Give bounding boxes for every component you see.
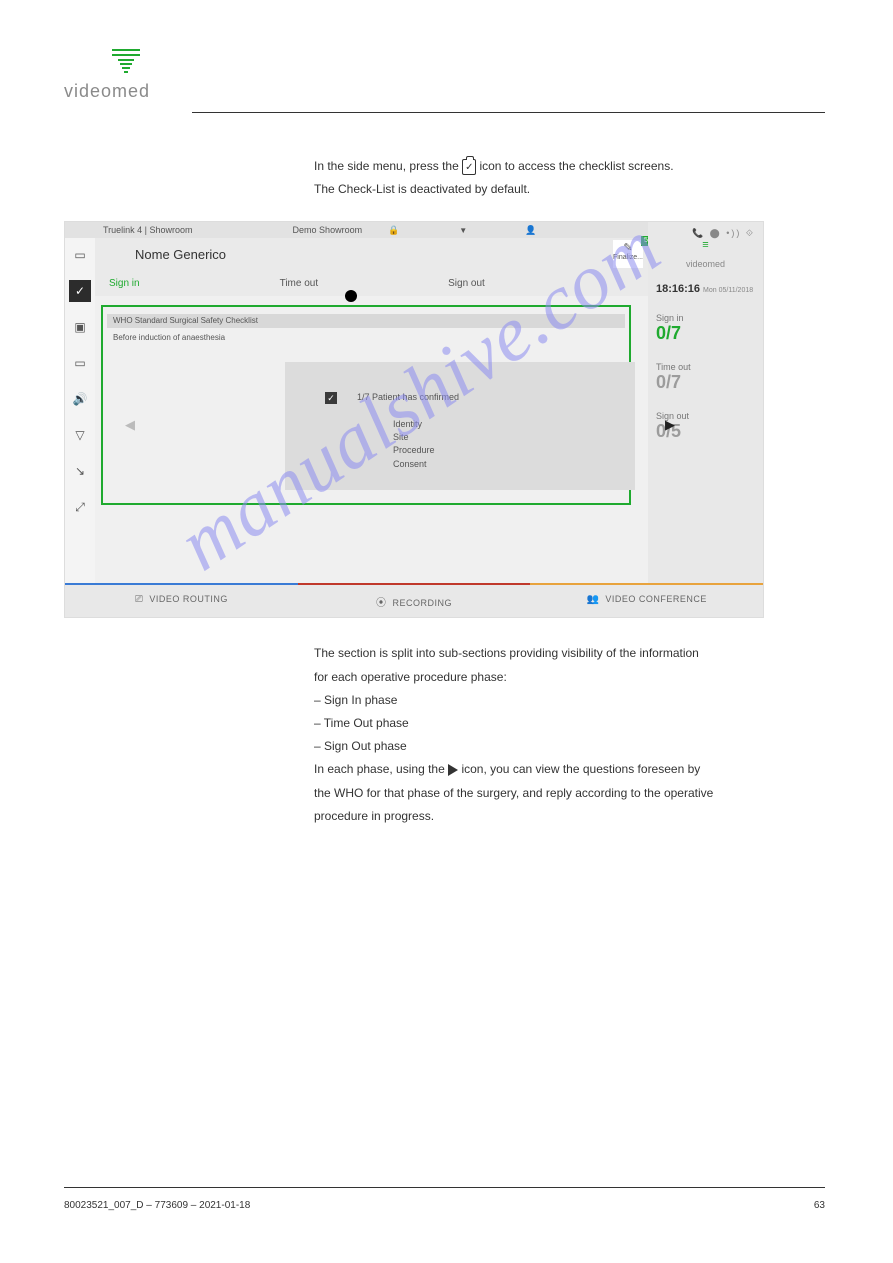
panel-logo-icon: ≡ xyxy=(656,239,755,251)
status-icons: 📞 ⬤ •)) ⟐ xyxy=(656,228,755,239)
list-item: Identity xyxy=(393,418,435,431)
below-p1: The section is split into sub-sections p… xyxy=(314,644,829,663)
phase-tabs: Sign in Time out Sign out xyxy=(95,270,648,296)
page-footer: 80023521_007_D – 773609 – 2021-01-18 63 xyxy=(64,1200,825,1211)
right-panel: 📞 ⬤ •)) ⟐ ≡ videomed 18:16:16Mon 05/11/2… xyxy=(648,222,763,584)
rail-camera-icon[interactable]: ↘ xyxy=(69,460,91,482)
below-bul2: – Time Out phase xyxy=(314,714,829,733)
patient-name: Nome Generico xyxy=(135,247,226,262)
below-p3: In each phase, using the icon, you can v… xyxy=(314,760,829,779)
phase-signin[interactable]: Sign in xyxy=(109,278,140,289)
brand-name: videomed xyxy=(64,81,829,102)
bottom-tabs: ⎚VIDEO ROUTING ⦿RECORDING 👥VIDEO CONFERE… xyxy=(65,583,763,617)
footer-page: 63 xyxy=(814,1200,825,1211)
intro-line-1: In the side menu, press the icon to acce… xyxy=(314,157,829,176)
arrow-right-icon xyxy=(448,764,458,776)
tab-video-conference[interactable]: 👥VIDEO CONFERENCE xyxy=(530,583,763,617)
rail-expand-icon[interactable]: ⤢ xyxy=(69,496,91,518)
clock-date: Mon 05/11/2018 xyxy=(703,287,753,294)
below-bul3: – Sign Out phase xyxy=(314,737,829,756)
checklist-icon xyxy=(462,159,476,175)
below-p4: the WHO for that phase of the surgery, a… xyxy=(314,784,829,803)
finalize-button[interactable]: ✎ Finalize... 5 xyxy=(613,240,643,268)
header-divider xyxy=(192,112,825,113)
phase-signout[interactable]: Sign out xyxy=(448,278,485,289)
brand-logo: videomed xyxy=(64,48,829,102)
side-rail: ▭ ✓ ▣ ▭ 🔊 ▽ ↘ ⤢ xyxy=(65,238,95,583)
signin-label: Sign in xyxy=(656,313,755,323)
footer-docid: 80023521_007_D – 773609 – 2021-01-18 xyxy=(64,1200,250,1211)
checklist-subtitle: Before induction of anaesthesia xyxy=(107,330,231,345)
list-item: Procedure xyxy=(393,444,435,457)
rail-windows-icon[interactable]: ▣ xyxy=(69,316,91,338)
clock: 18:16:16Mon 05/11/2018 xyxy=(656,283,755,295)
brand-icon xyxy=(112,48,140,74)
question-checkbox[interactable]: ✓ xyxy=(325,392,337,404)
rail-checklist-icon[interactable]: ✓ xyxy=(69,280,91,302)
question-card: ✓ 1/7 Patient has confirmed Identity Sit… xyxy=(285,362,635,490)
room-name: Demo Showroom xyxy=(293,225,363,235)
next-button[interactable]: ▶ xyxy=(665,417,675,433)
prev-button[interactable]: ◀ xyxy=(125,417,135,433)
rail-audio-icon[interactable]: 🔊 xyxy=(69,388,91,410)
dropdown-caret-icon[interactable]: ▼ xyxy=(459,226,467,235)
list-item: Consent xyxy=(393,458,435,471)
footer-divider xyxy=(64,1187,825,1188)
panel-logo-text: videomed xyxy=(656,259,755,269)
below-p2: for each operative procedure phase: xyxy=(314,668,829,687)
phase-timeout[interactable]: Time out xyxy=(280,278,319,289)
signin-value: 0/7 xyxy=(656,323,755,344)
checklist-title: WHO Standard Surgical Safety Checklist xyxy=(107,314,625,328)
rail-layout-icon[interactable]: ▭ xyxy=(69,352,91,374)
tab-recording[interactable]: ⦿RECORDING xyxy=(298,583,531,617)
below-bul1: – Sign In phase xyxy=(314,691,829,710)
timeout-label: Time out xyxy=(656,362,755,372)
tab-video-routing[interactable]: ⎚VIDEO ROUTING xyxy=(65,583,298,617)
question-items: Identity Site Procedure Consent xyxy=(393,418,435,470)
recording-icon: ⦿ xyxy=(376,598,387,609)
intro-line-2: The Check-List is deactivated by default… xyxy=(314,180,829,199)
routing-icon: ⎚ xyxy=(135,594,144,605)
question-text: 1/7 Patient has confirmed xyxy=(357,392,459,402)
lock-icon[interactable]: 🔒 xyxy=(388,225,399,236)
product-name: Truelink 4 | Showroom xyxy=(103,225,193,235)
conference-icon: 👥 xyxy=(586,594,599,605)
app-screenshot: Truelink 4 | Showroom Demo Showroom 🔒 ▼ … xyxy=(64,221,764,618)
rail-light-icon[interactable]: ▽ xyxy=(69,424,91,446)
below-p5: procedure in progress. xyxy=(314,807,829,826)
list-item: Site xyxy=(393,431,435,444)
phase-progress-dot xyxy=(345,290,357,302)
user-icon[interactable]: 👤 xyxy=(525,225,536,236)
timeout-value: 0/7 xyxy=(656,372,755,393)
rail-patient-icon[interactable]: ▭ xyxy=(69,244,91,266)
